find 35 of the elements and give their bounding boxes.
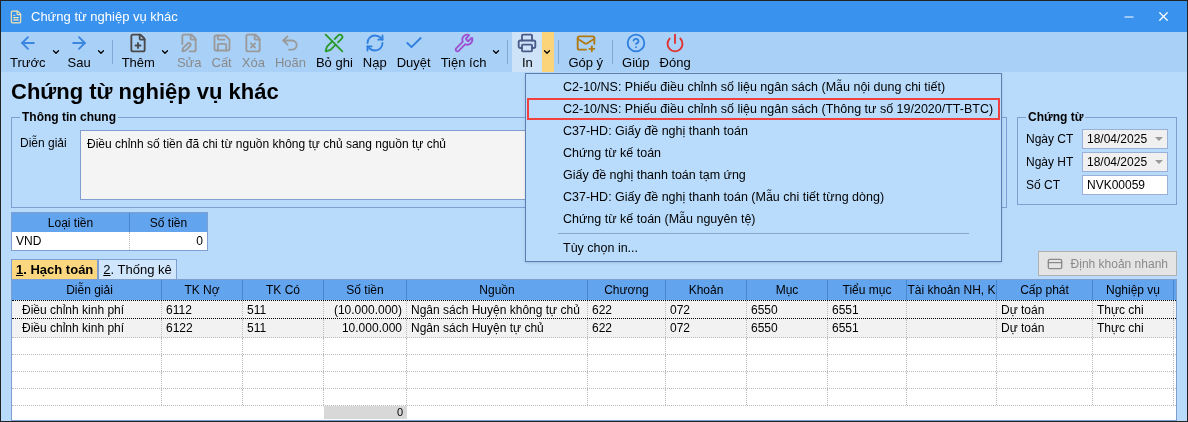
total-cell: 0: [324, 406, 407, 419]
table-cell: Ngân sách Huyện tự chủ: [407, 319, 588, 337]
table-cell: Thực chi: [1093, 301, 1174, 318]
field-label: Ngày CT: [1026, 131, 1075, 148]
field-label: Số CT: [1026, 177, 1061, 194]
table-cell-text: 0: [195, 233, 204, 250]
table-cell: VND: [12, 232, 130, 250]
table-cell: 6550: [747, 319, 828, 337]
table-cell: 622: [588, 319, 666, 337]
table-cell: 6551: [828, 319, 907, 337]
column-header: Loại tiền: [12, 213, 130, 232]
table-cell: 511: [243, 301, 324, 318]
table-cell: 6551: [828, 301, 907, 318]
table-cell: 10.000.000: [324, 319, 407, 337]
field-label: Ngày HT: [1026, 154, 1075, 171]
table-cell: (10.000.000): [324, 301, 407, 318]
table-cell: 072: [666, 301, 747, 318]
table-cell: Điều chỉnh kinh phí: [18, 301, 162, 318]
table-cell: Dự toán: [997, 319, 1093, 337]
table-cell: 6112: [162, 301, 243, 318]
table-cell: 072: [666, 319, 747, 337]
table-cell: 622: [588, 301, 666, 318]
column-header: Số tiền: [148, 214, 189, 232]
table-cell: 6550: [747, 301, 828, 318]
group-legend: Chứng từ: [1026, 108, 1086, 126]
field-label: Diễn giải: [20, 134, 68, 152]
table-cell: 511: [243, 319, 324, 337]
table-cell: Dự toán: [997, 301, 1093, 318]
group-legend: Thông tin chung: [20, 108, 118, 126]
window-title: Chứng từ nghiệp vụ khác: [31, 7, 178, 26]
page-heading: Chứng từ nghiệp vụ khác: [11, 78, 279, 106]
table-cell: 6122: [162, 319, 243, 337]
table-cell: Thực chi: [1093, 319, 1174, 337]
table-cell: Ngân sách Huyện không tự chủ: [407, 301, 588, 318]
table-cell: Điều chỉnh kinh phí: [18, 319, 162, 337]
